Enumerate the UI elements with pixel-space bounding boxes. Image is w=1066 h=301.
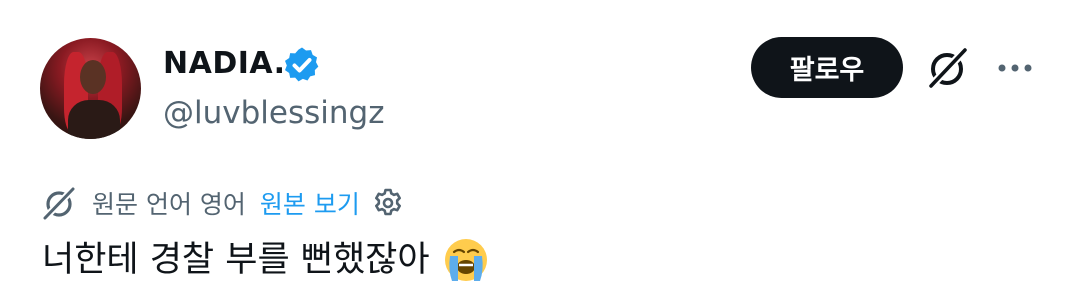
translation-bar: 원문 언어 영어 원본 보기: [42, 185, 404, 221]
show-original-link[interactable]: 원본 보기: [260, 185, 360, 221]
avatar[interactable]: [40, 38, 141, 139]
grok-icon[interactable]: [924, 44, 972, 92]
translate-icon: [42, 185, 77, 221]
settings-gear-icon[interactable]: [372, 187, 404, 219]
display-name[interactable]: NADIA.: [163, 44, 286, 84]
follow-button[interactable]: 팔로우: [751, 37, 903, 98]
original-language-label: 원문 언어 영어: [92, 190, 246, 219]
tweet-text: 너한테 경찰 부를 뻔했잖아: [42, 240, 430, 280]
loudly-crying-face-emoji: [444, 239, 487, 281]
verified-badge-icon[interactable]: [282, 45, 322, 85]
tweet-body: 너한테 경찰 부를 뻔했잖아: [42, 236, 490, 284]
user-handle[interactable]: @luvblessingz: [163, 93, 384, 133]
avatar-body: [68, 100, 120, 139]
more-icon[interactable]: [996, 58, 1036, 78]
avatar-face: [80, 60, 106, 94]
